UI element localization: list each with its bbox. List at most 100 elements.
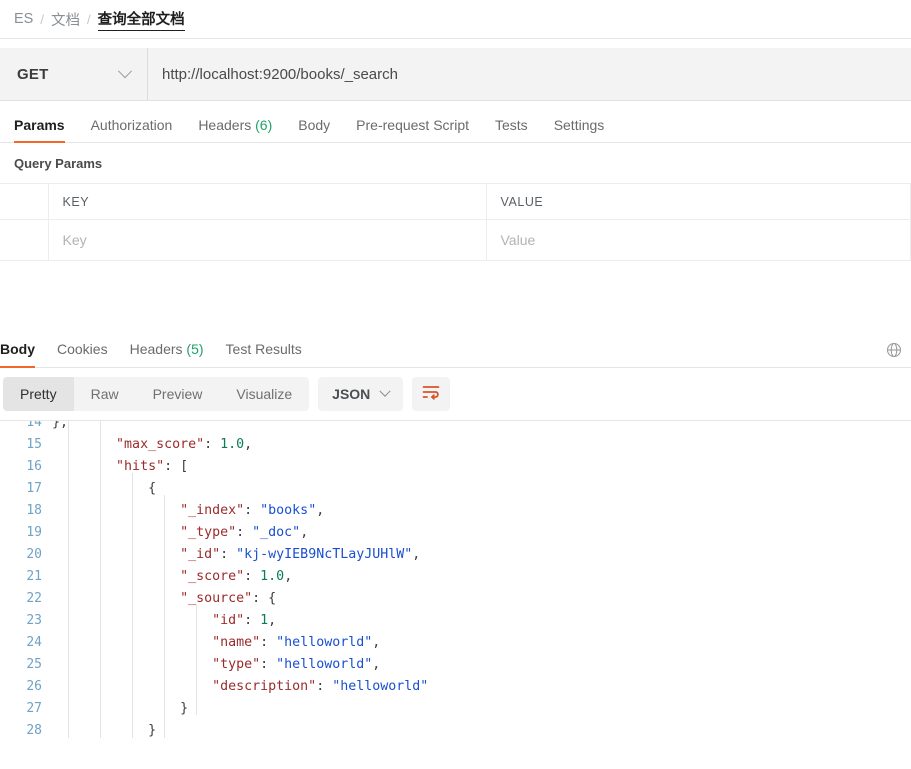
breadcrumb-item-es[interactable]: ES (14, 11, 33, 27)
line-number: 16 (26, 459, 42, 474)
line-number: 14 (26, 420, 42, 430)
tab-tests[interactable]: Tests (495, 117, 528, 142)
word-wrap-button[interactable] (412, 377, 451, 411)
breadcrumb-current: 查询全部文档 (97, 8, 185, 31)
breadcrumb-divider (0, 38, 911, 39)
http-method-label: GET (17, 65, 49, 83)
line-number: 27 (26, 701, 42, 716)
response-body-viewer[interactable]: 14}, 15 "max_score": 1.0, 16 "hits": [17 {… (0, 420, 911, 738)
format-raw-button[interactable]: Raw (74, 377, 136, 411)
request-tabs: Params Authorization Headers (6) Body Pr… (0, 101, 911, 143)
word-wrap-icon (421, 384, 441, 405)
code-line-text: { (148, 481, 157, 496)
code-line-text: "_type": "_doc", (180, 525, 309, 540)
response-tab-headers[interactable]: Headers (5) (130, 341, 204, 367)
globe-icon[interactable] (885, 341, 903, 359)
line-number: 20 (26, 547, 42, 562)
code-line: 17 { (0, 478, 911, 500)
response-tabs: Body Cookies Headers (5) Test Results (0, 327, 911, 368)
tab-pre-request-script[interactable]: Pre-request Script (356, 117, 469, 142)
response-tab-headers-label: Headers (129, 341, 183, 357)
code-line: 23 "id": 1, (0, 610, 911, 632)
code-line: 28 } (0, 720, 911, 738)
tab-pre-request-script-label: Pre-request Script (356, 117, 469, 133)
response-tab-cookies-label: Cookies (57, 341, 108, 357)
tab-settings[interactable]: Settings (554, 117, 605, 142)
response-tab-body[interactable]: Body (0, 341, 35, 368)
line-number: 26 (26, 679, 42, 694)
tab-authorization[interactable]: Authorization (91, 117, 173, 142)
code-line: 18 "_index": "books", (0, 500, 911, 522)
column-header-value: VALUE (486, 183, 911, 220)
code-line: 14}, (0, 420, 911, 434)
chevron-down-icon (117, 64, 133, 79)
code-line: 15 "max_score": 1.0, (0, 434, 911, 456)
line-number: 25 (26, 657, 42, 672)
line-number: 17 (26, 481, 42, 496)
tab-headers-label: Headers (198, 117, 252, 133)
content-type-selector[interactable]: JSON (318, 377, 404, 411)
breadcrumb-item-docs[interactable]: 文档 (51, 9, 80, 30)
table-header-row: KEY VALUE (0, 183, 911, 220)
tab-authorization-label: Authorization (90, 117, 173, 133)
format-raw-label: Raw (90, 386, 119, 402)
breadcrumb-separator: / (40, 11, 44, 27)
section-spacer (0, 261, 911, 327)
format-visualize-button[interactable]: Visualize (219, 377, 309, 411)
line-number: 21 (26, 569, 42, 584)
line-number: 22 (26, 591, 42, 606)
code-line-text: "description": "helloworld" (212, 679, 429, 694)
code-line-text: "hits": [ (116, 459, 189, 474)
code-line: 24 "name": "helloworld", (0, 632, 911, 654)
format-preview-button[interactable]: Preview (136, 377, 220, 411)
code-line: 26 "description": "helloworld" (0, 676, 911, 698)
breadcrumb: ES / 文档 / 查询全部文档 (0, 0, 911, 38)
http-method-selector[interactable]: GET (0, 48, 148, 100)
tab-body[interactable]: Body (298, 117, 330, 142)
format-preview-label: Preview (152, 386, 203, 402)
request-url-input[interactable]: http://localhost:9200/books/_search (148, 48, 911, 100)
json-code-block: 14}, 15 "max_score": 1.0, 16 "hits": [17 {… (0, 420, 911, 738)
param-key-input[interactable]: Key (48, 219, 487, 261)
row-checkbox-cell[interactable] (0, 219, 49, 261)
code-line-text: "_index": "books", (180, 503, 325, 518)
code-line-text: "name": "helloworld", (212, 635, 381, 650)
format-pretty-label: Pretty (20, 386, 57, 402)
response-tab-test-results[interactable]: Test Results (226, 341, 302, 367)
column-header-key: KEY (48, 183, 487, 220)
format-pretty-button[interactable]: Pretty (3, 377, 74, 411)
tab-settings-label: Settings (553, 117, 605, 133)
response-tab-body-label: Body (0, 341, 35, 357)
code-line-text: } (148, 723, 157, 738)
code-line-text: "max_score": 1.0, (116, 437, 253, 452)
line-number: 15 (26, 437, 42, 452)
code-line: 19 "_type": "_doc", (0, 522, 911, 544)
line-number: 28 (26, 723, 42, 738)
tab-headers-count: (6) (255, 117, 273, 133)
line-number: 24 (26, 635, 42, 650)
format-visualize-label: Visualize (236, 386, 293, 402)
param-value-input[interactable]: Value (486, 219, 911, 261)
request-url-bar: GET http://localhost:9200/books/_search (0, 48, 911, 101)
tab-headers[interactable]: Headers (6) (198, 117, 272, 142)
code-line-text: "id": 1, (212, 613, 277, 628)
response-tab-cookies[interactable]: Cookies (57, 341, 108, 367)
query-params-title: Query Params (0, 143, 911, 183)
breadcrumb-separator: / (86, 11, 91, 27)
code-line-text: "_source": { (180, 591, 277, 606)
code-line: 20 "_id": "kj-wyIEB9NcTLayJUHlW", (0, 544, 911, 566)
table-row[interactable]: Key Value (0, 219, 911, 261)
code-line: 27 } (0, 698, 911, 720)
tab-tests-label: Tests (495, 117, 528, 133)
tab-params[interactable]: Params (14, 117, 65, 143)
code-line-text: "_id": "kj-wyIEB9NcTLayJUHlW", (180, 547, 421, 562)
tab-body-label: Body (298, 117, 331, 133)
response-tab-headers-count: (5) (186, 341, 204, 357)
code-line: 16 "hits": [ (0, 456, 911, 478)
code-line-text: "type": "helloworld", (212, 657, 381, 672)
response-format-toolbar: Pretty Raw Preview Visualize JSON (0, 368, 911, 420)
code-line: 22 "_source": { (0, 588, 911, 610)
content-type-label: JSON (332, 386, 371, 402)
line-number: 23 (26, 613, 42, 628)
format-mode-group: Pretty Raw Preview Visualize (3, 377, 310, 411)
